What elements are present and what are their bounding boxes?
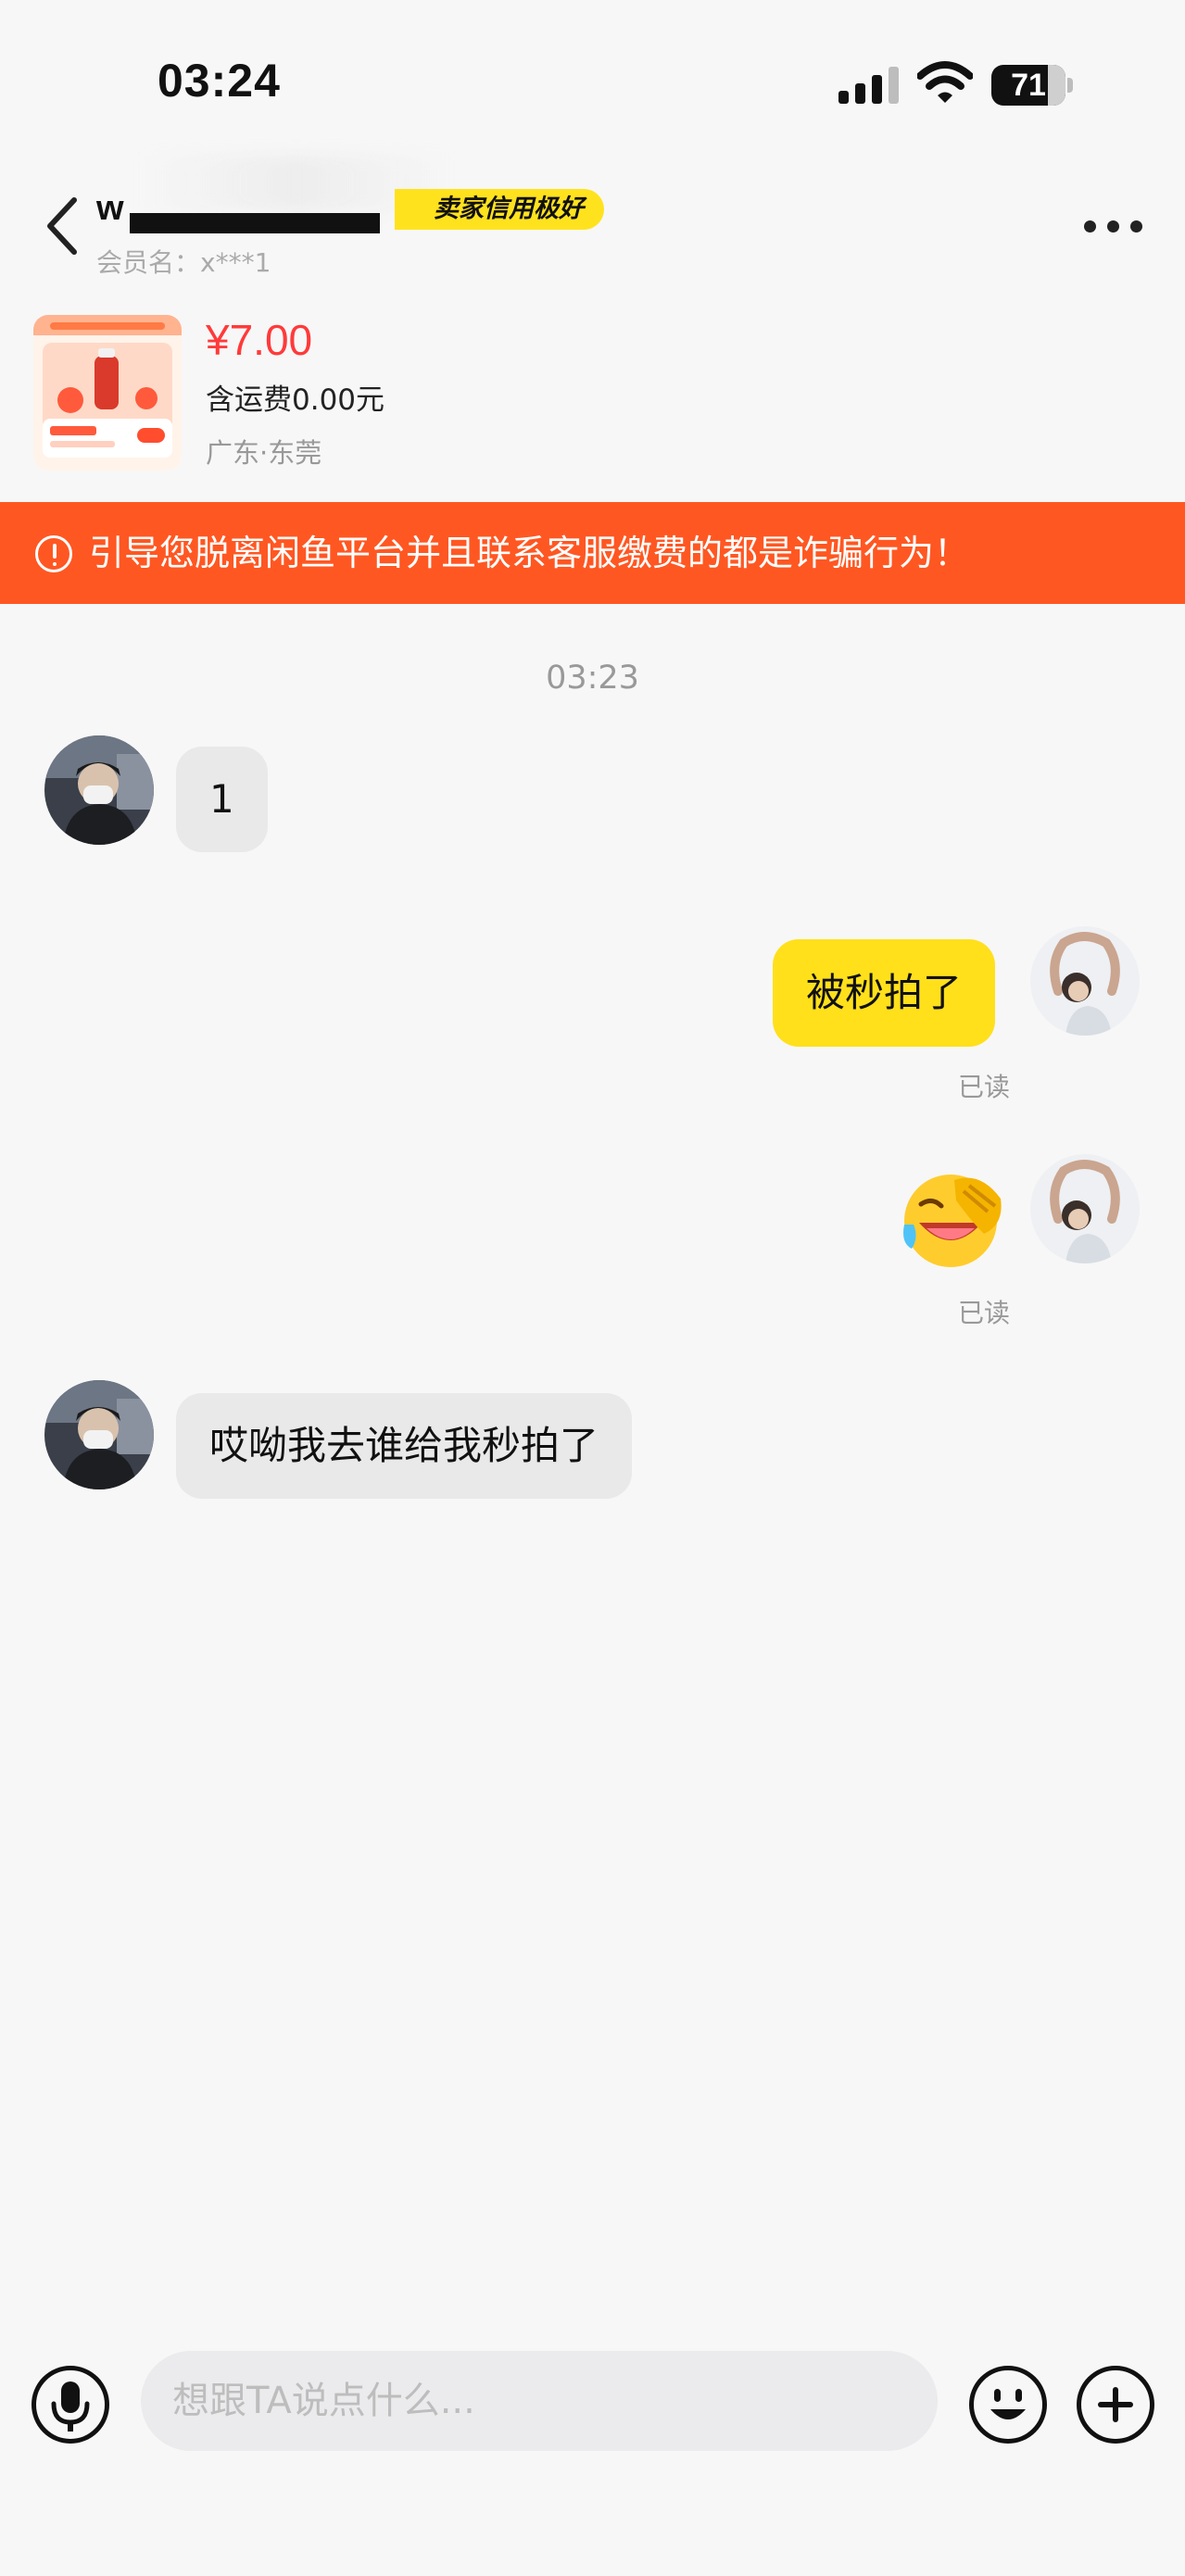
product-thumbnail[interactable] — [33, 315, 182, 471]
plus-icon — [1098, 2387, 1133, 2422]
microphone-icon — [51, 2381, 90, 2431]
credit-badge: 卖家信用极好 — [395, 189, 604, 230]
more-icon[interactable] — [1084, 220, 1143, 233]
message-text: 1 — [209, 776, 234, 822]
seller-avatar[interactable] — [44, 735, 154, 845]
my-avatar[interactable] — [1030, 1154, 1140, 1263]
read-status: 已读 — [958, 1298, 1011, 1328]
fraud-warning-text: 引导您脱离闲鱼平台并且联系客服缴费的都是诈骗行为！ — [89, 533, 970, 573]
message-input[interactable] — [141, 2351, 938, 2451]
my-avatar[interactable] — [1030, 926, 1140, 1036]
message-text: 被秒拍了 — [806, 970, 963, 1015]
message-bubble-incoming[interactable]: 哎呦我去谁给我秒拍了 — [176, 1393, 633, 1499]
crying-laughing-emoji-icon[interactable] — [899, 1169, 1006, 1271]
message-bubble-outgoing[interactable]: 被秒拍了 — [773, 939, 996, 1047]
battery-icon: 71 — [991, 65, 1073, 106]
smiley-icon — [990, 2389, 1026, 2419]
fraud-warning-banner: 引导您脱离闲鱼平台并且联系客服缴费的都是诈骗行为！ — [0, 502, 1185, 604]
product-location: 广东·东莞 — [206, 437, 322, 469]
product-shipping: 含运费0.00元 — [206, 383, 385, 417]
message-text: 哎呦我去谁给我秒拍了 — [209, 1423, 599, 1468]
wifi-icon — [917, 61, 973, 103]
status-time: 03:24 — [158, 55, 281, 107]
battery-level: 71 — [1011, 68, 1046, 103]
emoji-button[interactable] — [969, 2366, 1047, 2444]
back-icon[interactable] — [44, 196, 82, 256]
chat-timestamp: 03:23 — [546, 660, 639, 697]
message-bubble-incoming[interactable]: 1 — [176, 747, 268, 852]
product-price: ¥7.00 — [206, 316, 313, 364]
voice-input-button[interactable] — [32, 2366, 109, 2444]
redacted-name-bar — [130, 213, 380, 233]
read-status: 已读 — [958, 1072, 1011, 1102]
seller-avatar[interactable] — [44, 1380, 154, 1489]
seller-name[interactable]: w — [96, 189, 124, 229]
more-actions-button[interactable] — [1077, 2366, 1154, 2444]
alert-icon — [35, 535, 72, 572]
signal-icon — [838, 67, 899, 104]
member-name: 会员名：x***1 — [96, 247, 271, 278]
